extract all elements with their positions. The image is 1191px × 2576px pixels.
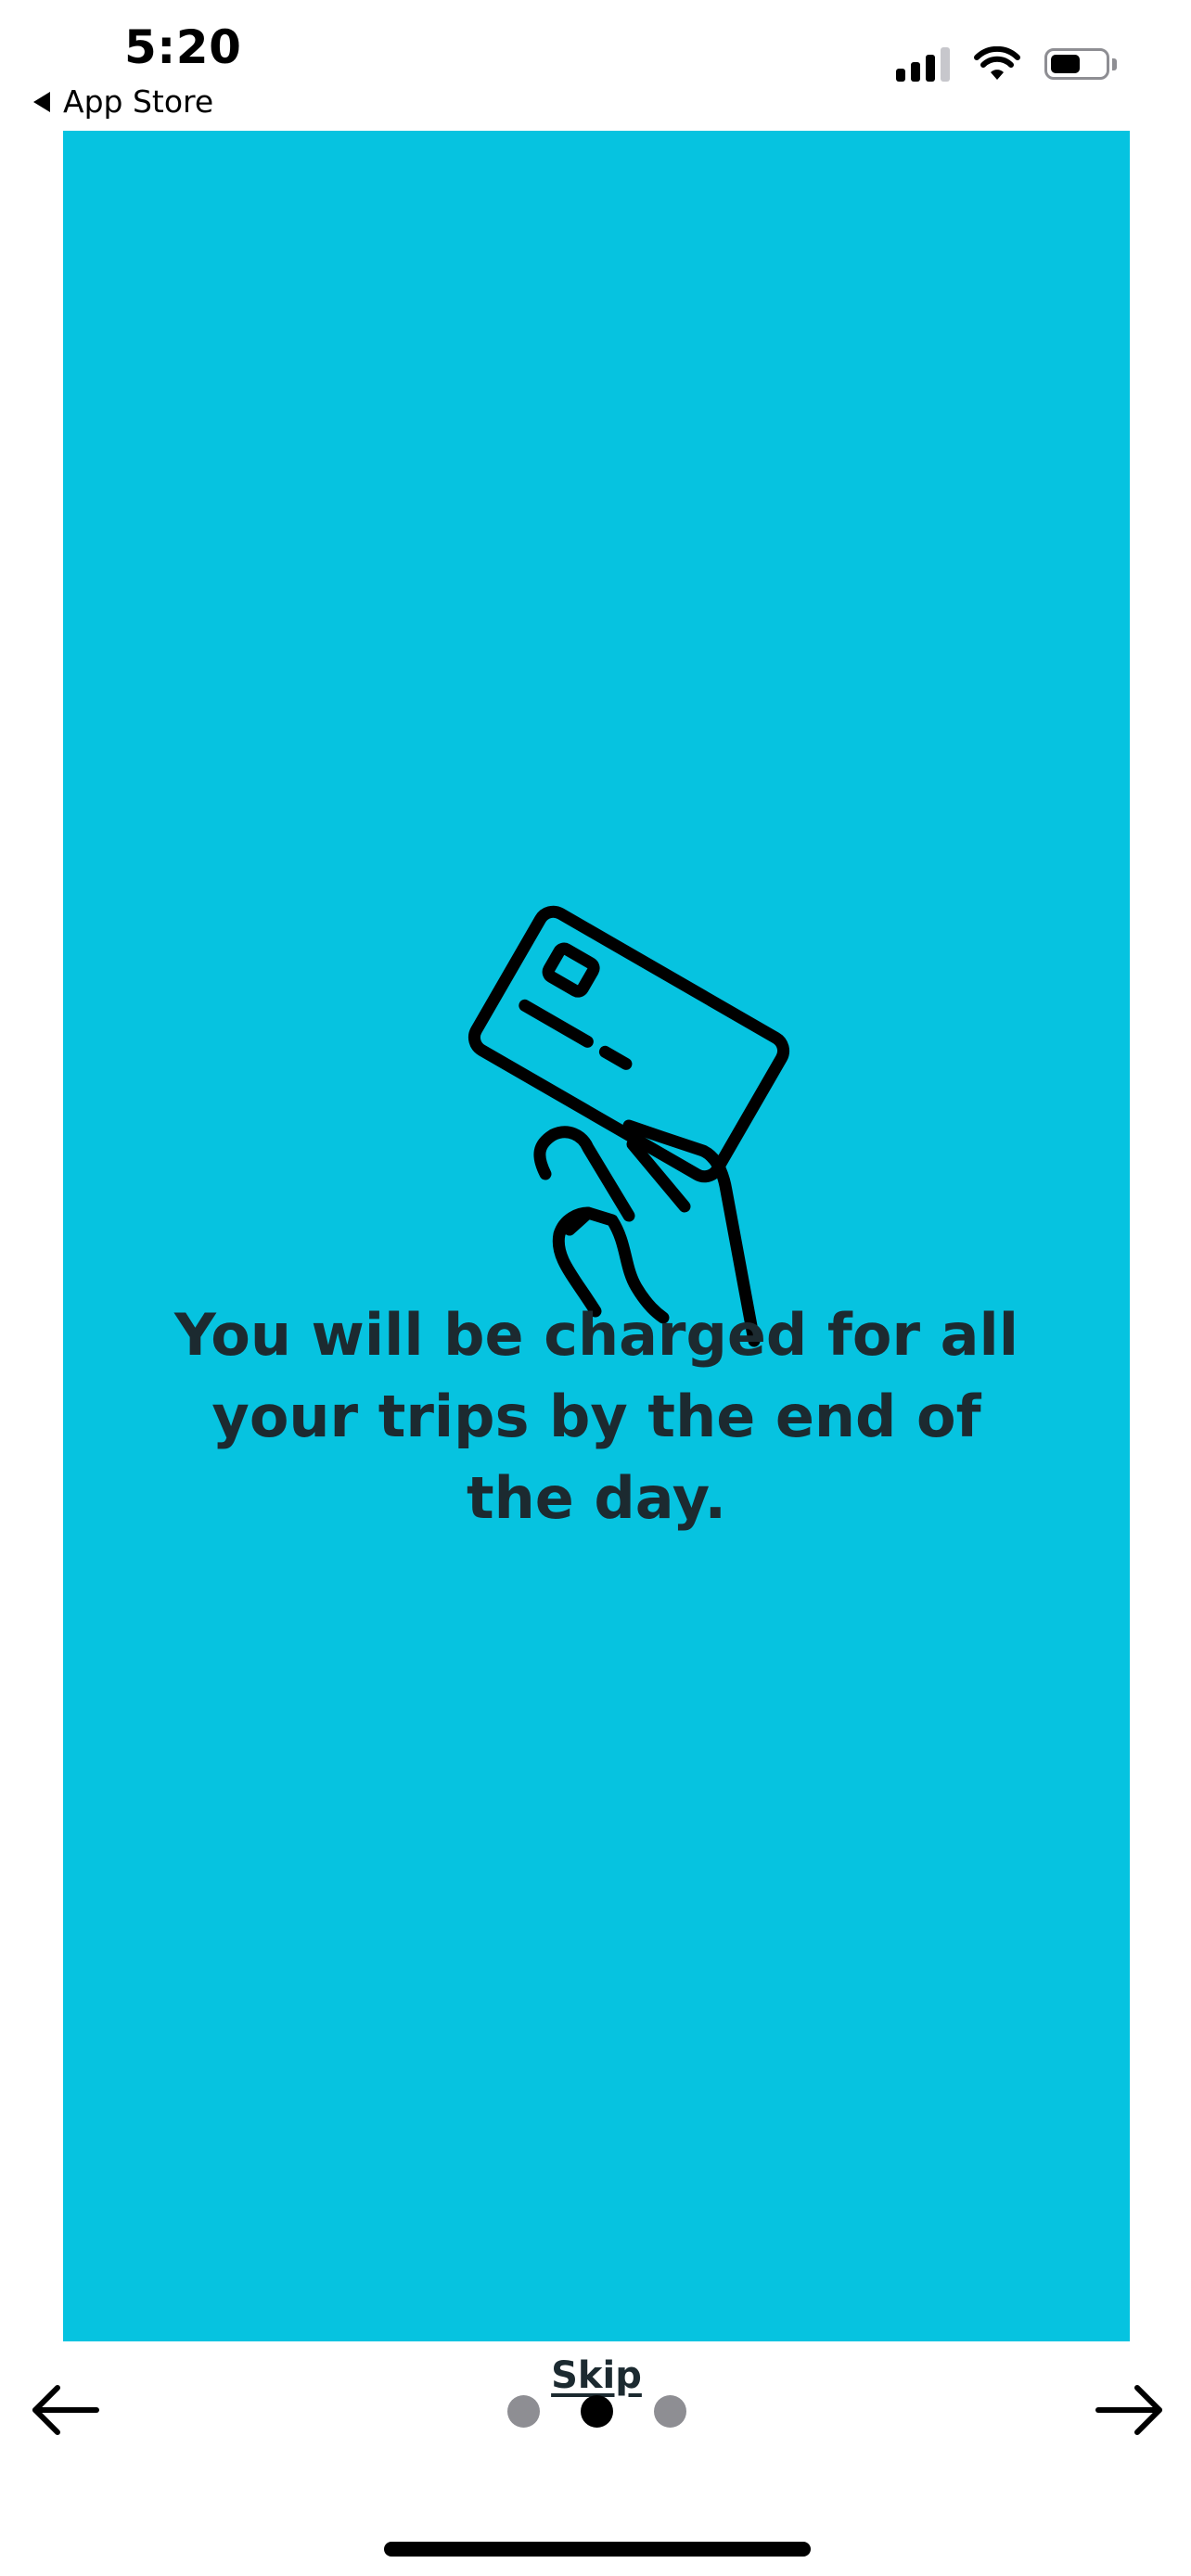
status-time: 5:20 (124, 20, 242, 74)
arrow-right-icon[interactable] (1093, 2381, 1165, 2439)
back-triangle-icon (33, 91, 50, 112)
page-dot-2[interactable] (581, 2395, 613, 2428)
status-icons (896, 46, 1117, 82)
cellular-signal-icon (896, 46, 950, 82)
onboarding-screen: 5:20 App Store You will be charged for a… (0, 0, 1191, 2576)
page-dot-3[interactable] (654, 2395, 686, 2428)
back-app-label: App Store (63, 83, 214, 120)
page-dot-1[interactable] (507, 2395, 540, 2428)
onboarding-message: You will be charged for all your trips b… (174, 1301, 1018, 1532)
wifi-icon (974, 46, 1020, 80)
arrow-left-icon[interactable] (30, 2381, 102, 2439)
skip-link[interactable]: Skip (63, 2354, 1130, 2397)
battery-fill (1051, 55, 1080, 73)
battery-icon (1044, 48, 1117, 80)
onboarding-card: You will be charged for all your trips b… (63, 131, 1130, 2397)
back-to-app-store[interactable]: App Store (33, 83, 213, 120)
home-indicator (384, 2542, 811, 2557)
page-indicator (507, 2395, 686, 2428)
